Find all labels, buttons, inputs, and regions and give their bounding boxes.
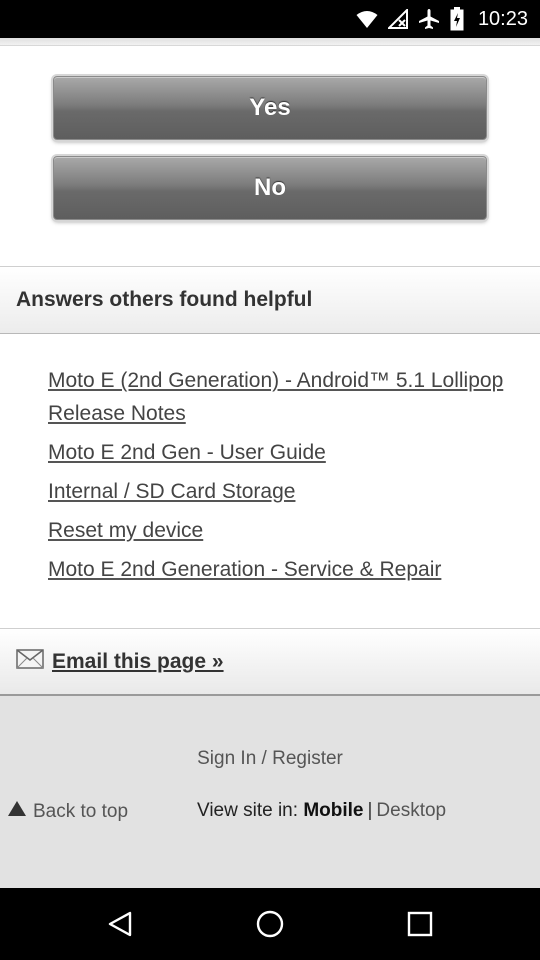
view-site-mobile: Mobile bbox=[303, 800, 364, 821]
recents-icon[interactable] bbox=[404, 908, 436, 940]
list-item: Internal / SD Card Storage bbox=[48, 475, 518, 508]
status-bar: 10:23 bbox=[0, 0, 540, 38]
answer-link[interactable]: Moto E 2nd Generation - Service & Repair bbox=[48, 558, 441, 581]
system-nav-bar bbox=[0, 888, 540, 960]
view-site-separator: | bbox=[367, 800, 373, 821]
airplane-icon bbox=[418, 8, 440, 30]
up-triangle-icon bbox=[7, 800, 27, 823]
no-signal-icon bbox=[387, 9, 408, 29]
no-button[interactable]: No bbox=[53, 156, 487, 220]
page-top-divider bbox=[0, 38, 540, 46]
status-time: 10:23 bbox=[477, 7, 528, 30]
footer: Sign In / Register Back to top View site… bbox=[0, 696, 540, 888]
battery-icon bbox=[450, 7, 464, 31]
back-to-top-label: Back to top bbox=[33, 800, 129, 822]
list-item: Moto E (2nd Generation) - Android™ 5.1 L… bbox=[48, 364, 518, 430]
home-icon[interactable] bbox=[254, 908, 286, 940]
answer-link[interactable]: Moto E 2nd Gen - User Guide bbox=[48, 441, 326, 464]
answers-header: Answers others found helpful bbox=[0, 266, 540, 334]
email-page-link[interactable]: Email this page » bbox=[52, 650, 224, 674]
answers-list: Moto E (2nd Generation) - Android™ 5.1 L… bbox=[48, 364, 518, 592]
view-site-prefix: View site in: bbox=[197, 800, 299, 821]
list-item: Moto E 2nd Gen - User Guide bbox=[48, 436, 518, 469]
list-item: Moto E 2nd Generation - Service & Repair bbox=[48, 553, 518, 586]
envelope-icon[interactable] bbox=[16, 649, 52, 674]
list-item: Reset my device bbox=[48, 514, 518, 547]
yes-button[interactable]: Yes bbox=[53, 76, 487, 140]
back-icon[interactable] bbox=[104, 908, 136, 940]
answer-link[interactable]: Internal / SD Card Storage bbox=[48, 480, 295, 503]
back-to-top-link[interactable]: Back to top bbox=[7, 800, 128, 823]
status-icons: 10:23 bbox=[356, 6, 528, 32]
view-site-switcher: View site in: Mobile | Desktop bbox=[197, 800, 446, 822]
view-site-desktop-link[interactable]: Desktop bbox=[376, 800, 446, 821]
answer-link[interactable]: Reset my device bbox=[48, 519, 203, 542]
email-bar: Email this page » bbox=[0, 628, 540, 696]
answer-link[interactable]: Moto E (2nd Generation) - Android™ 5.1 L… bbox=[48, 369, 503, 425]
sign-in-register-link[interactable]: Sign In / Register bbox=[0, 748, 540, 770]
wifi-icon bbox=[356, 9, 378, 29]
